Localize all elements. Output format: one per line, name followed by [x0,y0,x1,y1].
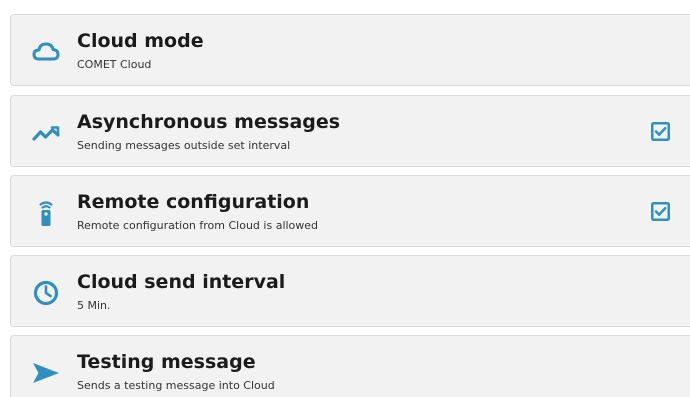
setting-title: Remote configuration [77,191,310,213]
setting-title: Asynchronous messages [77,111,341,133]
setting-title: Testing message [77,351,256,373]
checkbox-checked-icon[interactable] [651,122,670,141]
setting-subtitle: COMET Cloud [77,58,152,71]
send-icon [31,358,61,388]
setting-cloud-mode[interactable]: Cloud mode COMET Cloud [10,14,690,86]
setting-title: Cloud send interval [77,271,286,293]
setting-async-messages[interactable]: Asynchronous messages Sending messages o… [10,95,690,167]
cloud-icon [31,37,61,67]
remote-icon [31,198,61,228]
settings-list: Cloud mode COMET Cloud Asynchronous mess… [0,0,690,397]
wave-icon [31,118,61,148]
setting-subtitle: Sends a testing message into Cloud [77,379,275,392]
setting-testing-message[interactable]: Testing message Sends a testing message … [10,335,690,397]
setting-subtitle: 5 Min. [77,299,111,312]
setting-subtitle: Remote configuration from Cloud is allow… [77,219,319,232]
checkbox-checked-icon[interactable] [651,202,670,221]
setting-cloud-send-interval[interactable]: Cloud send interval 5 Min. [10,255,690,327]
clock-icon [31,278,61,308]
setting-title: Cloud mode [77,30,204,52]
setting-remote-configuration[interactable]: Remote configuration Remote configuratio… [10,175,690,247]
setting-subtitle: Sending messages outside set interval [77,139,291,152]
